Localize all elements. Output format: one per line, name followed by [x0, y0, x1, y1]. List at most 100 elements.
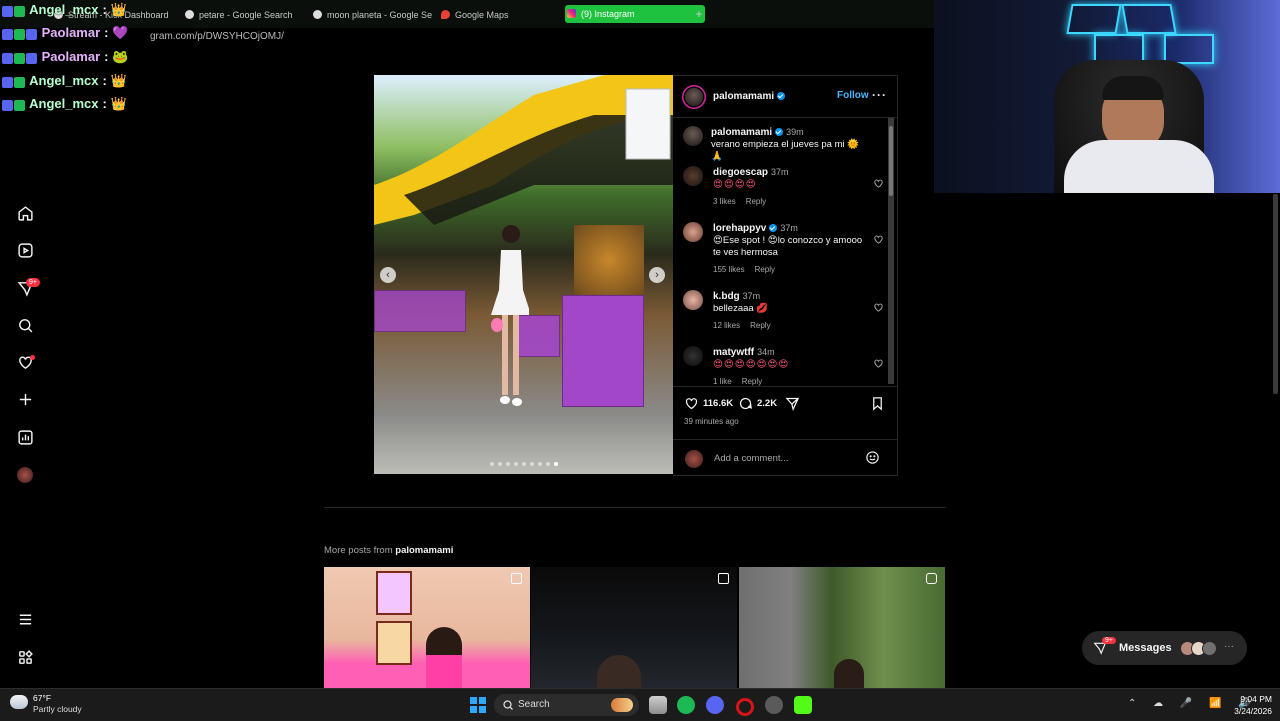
clock-date: 3/24/2026	[1234, 706, 1272, 716]
more-options-icon[interactable]: ···	[872, 88, 887, 102]
page-scrollbar[interactable]	[1273, 194, 1278, 394]
discord-icon[interactable]	[706, 696, 724, 714]
windows-start-icon[interactable]	[470, 697, 486, 713]
messages-label: Messages	[1119, 642, 1172, 654]
author-username[interactable]: palomamami	[713, 91, 786, 102]
hex-light	[1066, 4, 1122, 34]
url-text: gram.com/p/DWSYHCOjOMJ/	[150, 31, 284, 42]
menu-hamburger-icon[interactable]	[16, 610, 34, 628]
google-icon	[313, 10, 322, 19]
also-from-meta-icon[interactable]	[16, 648, 34, 666]
caption-username[interactable]: palomamami	[711, 127, 772, 138]
comment-username[interactable]: diegoescap	[713, 167, 768, 178]
chat-badges	[2, 95, 26, 115]
purple-crate	[374, 290, 466, 332]
verified-badge-icon	[777, 92, 786, 101]
kick-icon[interactable]	[794, 696, 812, 714]
comments-list[interactable]: palomamami 39m verano empieza el jueves p…	[673, 118, 897, 386]
notification-badge: 9+	[26, 278, 40, 287]
address-bar[interactable]: gram.com/p/DWSYHCOjOMJ/	[0, 28, 934, 48]
dashboard-icon[interactable]	[16, 428, 34, 446]
steam-icon[interactable]	[765, 696, 783, 714]
more-posts-username[interactable]: palomamami	[395, 545, 453, 556]
reply-button[interactable]: Reply	[746, 197, 766, 206]
commenter-avatar[interactable]	[683, 222, 703, 242]
comment-time: 37m	[780, 223, 798, 233]
share-button[interactable]	[785, 395, 804, 411]
reply-button[interactable]: Reply	[750, 321, 770, 330]
like-comment-heart-icon[interactable]	[873, 234, 884, 245]
post-image[interactable]: ‹ ›	[374, 75, 673, 474]
post-header: palomamami Follow ···	[673, 76, 897, 118]
chat-text: : 👑	[102, 2, 127, 17]
chat-text: : 👑	[102, 96, 127, 111]
verified-badge-icon	[769, 224, 778, 233]
add-comment-bar: Add a comment...	[673, 439, 897, 477]
comment-likes[interactable]: 3 likes	[713, 197, 736, 206]
follow-button[interactable]: Follow	[837, 90, 869, 101]
like-button[interactable]: 116.6K	[684, 395, 733, 411]
reels-icon[interactable]	[16, 241, 34, 259]
comment-likes[interactable]: 12 likes	[713, 321, 740, 330]
comment-likes[interactable]: 1 like	[713, 377, 732, 386]
commenter-avatar[interactable]	[683, 346, 703, 366]
weather-desc: Partly cloudy	[33, 704, 82, 714]
person	[834, 659, 864, 688]
spotify-icon[interactable]	[677, 696, 695, 714]
tab-instagram[interactable]: (9) Instagram	[565, 5, 705, 23]
tab-google-search-petare[interactable]: petare - Google Search	[183, 6, 293, 24]
comment-text: 😍😍😍😍	[713, 179, 757, 190]
comment-username[interactable]: lorehappyv	[713, 223, 766, 234]
tab-google-maps[interactable]: Google Maps	[439, 6, 509, 24]
save-button[interactable]	[870, 395, 889, 411]
commenter-avatar[interactable]	[683, 166, 703, 186]
more-dots-icon: ···	[1224, 641, 1234, 652]
more-posts-heading: More posts from palomamami	[324, 545, 454, 556]
home-icon[interactable]	[16, 204, 34, 222]
profile-avatar[interactable]	[17, 467, 33, 483]
comment-likes[interactable]: 155 likes	[713, 265, 745, 274]
maps-pin-icon	[441, 10, 450, 19]
add-comment-input[interactable]: Add a comment...	[714, 453, 788, 464]
chat-username: Paolamar	[41, 49, 101, 64]
like-comment-heart-icon[interactable]	[873, 302, 884, 313]
chat-text: : 🐸	[104, 49, 129, 64]
chat-text: : 💜	[104, 25, 129, 40]
hex-light	[1164, 34, 1214, 64]
tab-google-search-moon[interactable]: moon planeta - Google Se	[311, 6, 432, 24]
reply-button[interactable]: Reply	[742, 377, 762, 386]
more-post-thumbnail[interactable]	[531, 567, 737, 688]
commenter-avatar[interactable]	[683, 290, 703, 310]
carousel-prev-button[interactable]: ‹	[380, 267, 396, 283]
create-plus-icon[interactable]	[16, 390, 34, 408]
reply-button[interactable]: Reply	[755, 265, 775, 274]
emoji-smile-icon[interactable]	[865, 450, 880, 465]
comment-username[interactable]: k.bdg	[713, 291, 740, 302]
message-avatar	[1202, 641, 1217, 656]
post-timestamp: 39 minutes ago	[684, 417, 739, 426]
wall-art	[376, 621, 412, 665]
search-icon[interactable]	[16, 316, 34, 334]
more-post-thumbnail[interactable]	[324, 567, 530, 688]
author-avatar[interactable]	[683, 126, 703, 146]
streamer-shirt	[1064, 140, 1214, 193]
carousel-next-button[interactable]: ›	[649, 267, 665, 283]
more-post-thumbnail[interactable]	[739, 567, 945, 688]
notification-dot	[30, 355, 35, 360]
taskbar-clock[interactable]: 9:04 PM 3/24/2026	[1226, 693, 1272, 717]
like-comment-heart-icon[interactable]	[873, 178, 884, 189]
author-avatar[interactable]	[685, 88, 703, 106]
comments-scroll-thumb[interactable]	[889, 126, 893, 196]
comment-username[interactable]: matywtff	[713, 347, 754, 358]
like-comment-heart-icon[interactable]	[873, 358, 884, 369]
new-tab-button[interactable]: +	[693, 8, 705, 20]
google-icon	[185, 10, 194, 19]
messages-badge: 9+	[1102, 637, 1116, 644]
messages-button[interactable]: 9+ Messages ···	[1082, 631, 1247, 665]
streamer-hair	[1102, 76, 1164, 100]
comment-button[interactable]: 2.2K	[738, 395, 777, 411]
opera-gx-icon[interactable]	[736, 698, 754, 716]
chat-username: Angel_mcx	[29, 73, 99, 88]
taskbar-search[interactable]: Search	[494, 694, 639, 716]
file-explorer-icon[interactable]	[649, 696, 667, 714]
